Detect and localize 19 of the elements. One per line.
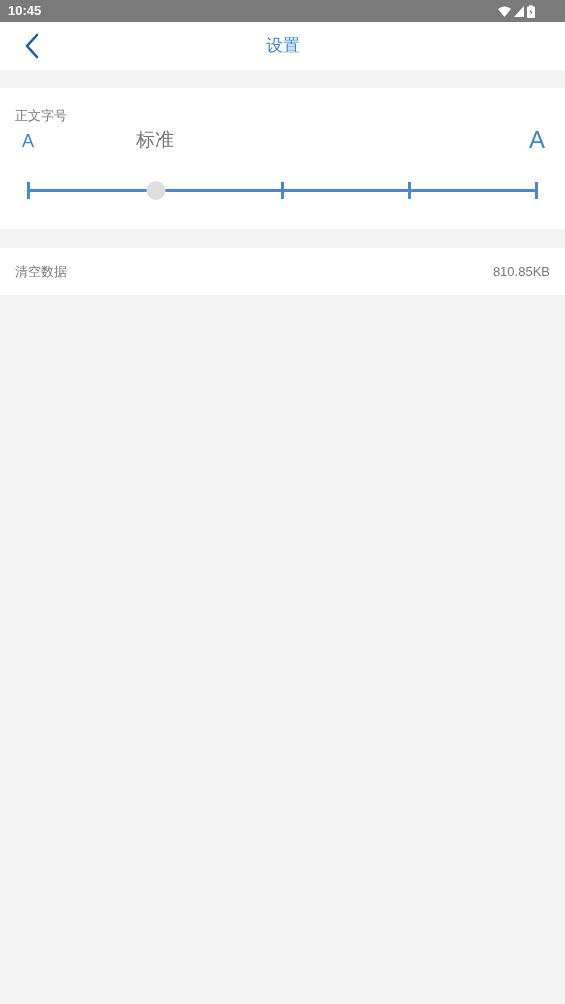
slider-tick bbox=[408, 181, 411, 199]
wifi-icon bbox=[498, 5, 511, 17]
current-size-label: 标准 bbox=[136, 128, 175, 152]
small-a-label: A bbox=[22, 130, 34, 152]
slider-tick bbox=[281, 181, 284, 199]
clear-data-label: 清空数据 bbox=[15, 262, 67, 281]
clear-data-row[interactable]: 清空数据 810.85KB bbox=[0, 248, 565, 295]
status-time: 10:45 bbox=[8, 2, 42, 21]
slider-tick bbox=[27, 181, 30, 199]
large-a-label: A bbox=[529, 126, 545, 154]
data-size-value: 810.85KB bbox=[492, 262, 550, 281]
page-title: 设置 bbox=[265, 35, 300, 58]
slider-thumb[interactable] bbox=[146, 181, 166, 200]
font-size-label: 正文字号 bbox=[15, 108, 67, 124]
signal-icon bbox=[514, 5, 524, 17]
battery-icon bbox=[527, 4, 535, 18]
slider-tick bbox=[535, 181, 538, 199]
font-size-slider[interactable] bbox=[27, 180, 538, 200]
chevron-left-icon bbox=[25, 33, 39, 59]
